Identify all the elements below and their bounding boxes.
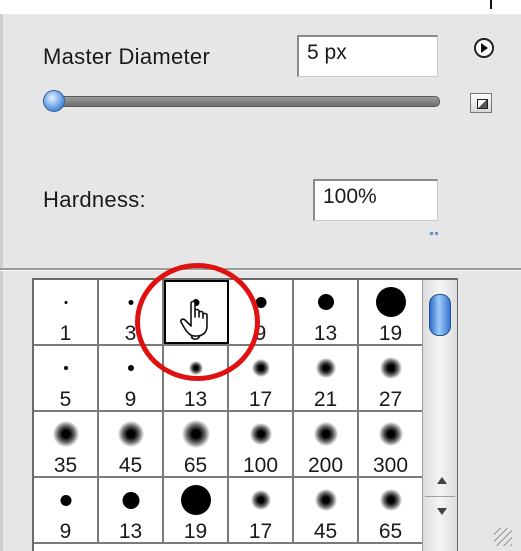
brush-size-label: 300 bbox=[372, 454, 409, 477]
brush-preset-row: 9 13 19 17 45 65 bbox=[34, 478, 424, 544]
brush-preset-cell[interactable]: 19 bbox=[359, 280, 424, 345]
brush-size-label: 5 bbox=[59, 388, 72, 411]
brush-size-label: 27 bbox=[378, 388, 403, 411]
brush-size-label: 21 bbox=[313, 388, 338, 411]
panel-left-edge bbox=[0, 14, 3, 551]
brush-preset-cell[interactable]: 17 bbox=[229, 478, 294, 543]
brush-preset-cell[interactable]: 100 bbox=[229, 412, 294, 477]
brush-preset-cell[interactable]: 1 bbox=[34, 280, 99, 345]
hardness-input[interactable]: 100% bbox=[313, 179, 438, 221]
brush-preset-cell[interactable]: 13 bbox=[99, 478, 164, 543]
brush-preset-cell[interactable]: 5 bbox=[34, 346, 99, 411]
new-preset-icon[interactable] bbox=[470, 93, 492, 113]
brush-preset-cell[interactable]: 65 bbox=[359, 478, 424, 543]
brush-tip-preview bbox=[317, 294, 334, 310]
brush-size-label: 9 bbox=[124, 388, 137, 411]
scroll-arrow-divider bbox=[425, 496, 455, 497]
brush-tip-preview bbox=[180, 485, 211, 515]
brush-size-label: 19 bbox=[183, 520, 208, 543]
brush-tip-preview bbox=[122, 491, 139, 509]
brush-size-label: 45 bbox=[313, 520, 338, 543]
brush-size-label: 200 bbox=[307, 454, 344, 477]
brush-preset-cell[interactable]: 200 bbox=[294, 412, 359, 477]
brush-size-label: 17 bbox=[248, 520, 273, 543]
brush-size-label: 13 bbox=[313, 322, 338, 345]
brush-size-label: 45 bbox=[118, 454, 143, 477]
brush-tip-preview bbox=[379, 489, 402, 511]
brush-tip-preview bbox=[128, 299, 133, 305]
divider-highlight bbox=[0, 270, 521, 271]
brush-tip-preview bbox=[375, 287, 406, 317]
brush-tip-preview bbox=[378, 422, 403, 446]
master-diameter-input[interactable]: 5 px bbox=[297, 35, 438, 77]
brush-size-label: 9 bbox=[59, 520, 72, 543]
brush-size-label: 17 bbox=[248, 388, 273, 411]
brush-preset-cell[interactable]: 65 bbox=[164, 412, 229, 477]
brush-tip-preview bbox=[64, 300, 67, 304]
play-circle-icon[interactable] bbox=[474, 38, 494, 58]
scrollbar-thumb[interactable] bbox=[429, 294, 451, 336]
hardness-label: Hardness: bbox=[43, 187, 146, 212]
brush-preset-cell[interactable]: 21 bbox=[294, 346, 359, 411]
master-diameter-label: Master Diameter bbox=[43, 44, 211, 69]
brush-preset-cell[interactable]: 300 bbox=[359, 412, 424, 477]
scroll-down-icon[interactable] bbox=[437, 508, 447, 515]
brush-tip-preview bbox=[249, 423, 272, 445]
brush-tip-preview bbox=[313, 422, 338, 446]
brush-size-label: 35 bbox=[53, 454, 78, 477]
brush-tip-preview bbox=[250, 490, 271, 510]
brush-preset-cell[interactable]: 19 bbox=[164, 478, 229, 543]
brush-tip-preview bbox=[379, 357, 402, 379]
brush-size-label: 13 bbox=[183, 388, 208, 411]
top-strip bbox=[0, 0, 521, 14]
brush-size-label: 65 bbox=[183, 454, 208, 477]
brush-tip-preview bbox=[117, 421, 144, 447]
brush-size-label: 1 bbox=[59, 322, 72, 345]
brush-tip-preview bbox=[181, 420, 210, 448]
master-diameter-slider[interactable] bbox=[52, 96, 440, 107]
brush-preset-cell[interactable]: 9 bbox=[34, 478, 99, 543]
brush-preset-cell[interactable]: 45 bbox=[99, 412, 164, 477]
vertical-scrollbar[interactable] bbox=[422, 280, 457, 551]
brush-tip-preview bbox=[315, 358, 336, 378]
hardness-slider-mini[interactable] bbox=[430, 232, 440, 235]
brush-preset-cell[interactable]: 35 bbox=[34, 412, 99, 477]
brush-size-label: 13 bbox=[118, 520, 143, 543]
brush-tip-preview bbox=[251, 359, 270, 377]
brush-size-label: 19 bbox=[378, 322, 403, 345]
resize-grip-icon[interactable] bbox=[494, 528, 512, 546]
scroll-up-icon[interactable] bbox=[437, 477, 447, 484]
brush-preset-cell[interactable]: 27 bbox=[359, 346, 424, 411]
brush-preset-cell[interactable]: 45 bbox=[294, 478, 359, 543]
brush-preset-cell[interactable]: 13 bbox=[294, 280, 359, 345]
brush-size-label: 100 bbox=[242, 454, 279, 477]
brush-tip-preview bbox=[314, 489, 337, 511]
brush-tip-preview bbox=[52, 421, 79, 447]
text-cursor-tick bbox=[490, 0, 492, 9]
hand-pointer-icon bbox=[180, 300, 208, 337]
brush-tip-preview bbox=[127, 365, 134, 371]
brush-size-label: 65 bbox=[378, 520, 403, 543]
brush-tip-preview bbox=[63, 366, 68, 370]
brush-tip-preview bbox=[60, 494, 71, 506]
master-diameter-slider-thumb[interactable] bbox=[43, 90, 65, 112]
brush-preset-row: 35 45 65 100 200 300 bbox=[34, 412, 424, 478]
